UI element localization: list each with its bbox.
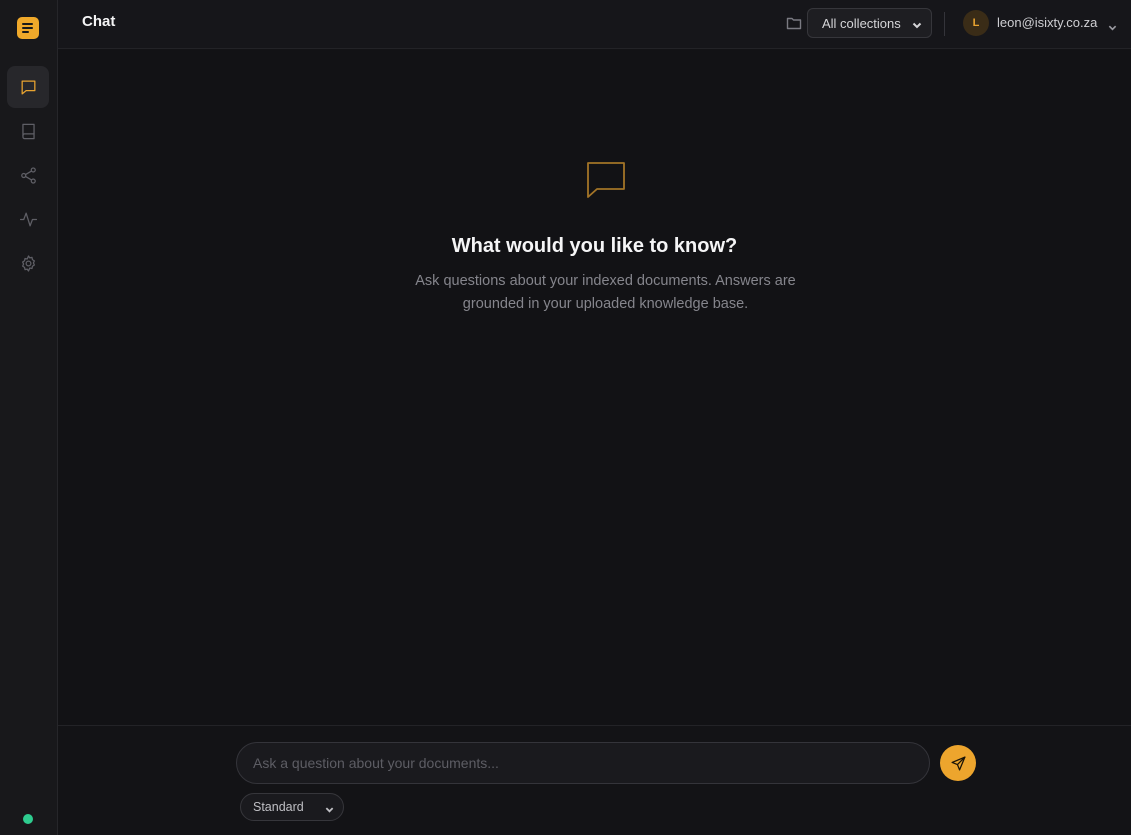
- user-avatar[interactable]: L: [963, 10, 989, 36]
- sidebar-item-chat[interactable]: [7, 66, 49, 108]
- chat-icon: [21, 80, 35, 94]
- activity-icon: [19, 212, 37, 226]
- empty-state-title: What would you like to know?: [451, 235, 738, 257]
- mode-select-value: Standard: [253, 800, 304, 814]
- chat-main-area: What would you like to know? Ask questio…: [58, 50, 1131, 725]
- chevron-down-icon: [325, 803, 334, 813]
- share-graph-icon: [20, 166, 36, 184]
- folder-icon: [786, 15, 802, 31]
- settings-gear-icon: [21, 254, 35, 272]
- collections-select-value: All collections: [822, 15, 901, 31]
- book-icon: [21, 123, 35, 139]
- sidebar-item-activity[interactable]: [7, 198, 49, 240]
- question-input[interactable]: [236, 742, 930, 784]
- chevron-down-icon: [912, 18, 922, 29]
- connection-status-indicator: [23, 814, 33, 824]
- mode-select[interactable]: Standard: [240, 793, 344, 821]
- top-header: Chat All collections L leon@isixty.co.za: [58, 0, 1131, 49]
- page-title: Chat: [82, 13, 116, 30]
- user-email-menu[interactable]: leon@isixty.co.za: [997, 15, 1097, 30]
- chevron-down-icon[interactable]: [1108, 19, 1117, 31]
- chat-bubble-icon: [585, 160, 627, 202]
- send-button[interactable]: [940, 745, 976, 781]
- sidebar: [0, 0, 58, 835]
- sidebar-item-graph[interactable]: [7, 154, 49, 196]
- sidebar-item-settings[interactable]: [7, 242, 49, 284]
- header-divider: [944, 12, 945, 36]
- chat-composer: Standard: [58, 725, 1131, 835]
- sidebar-item-library[interactable]: [7, 110, 49, 152]
- send-icon: [950, 755, 966, 771]
- collections-select[interactable]: All collections: [807, 8, 932, 38]
- app-window: Chat All collections L leon@isixty.co.za…: [0, 0, 1131, 835]
- empty-state-description: Ask questions about your indexed documen…: [415, 273, 796, 312]
- app-logo-icon[interactable]: [17, 17, 39, 39]
